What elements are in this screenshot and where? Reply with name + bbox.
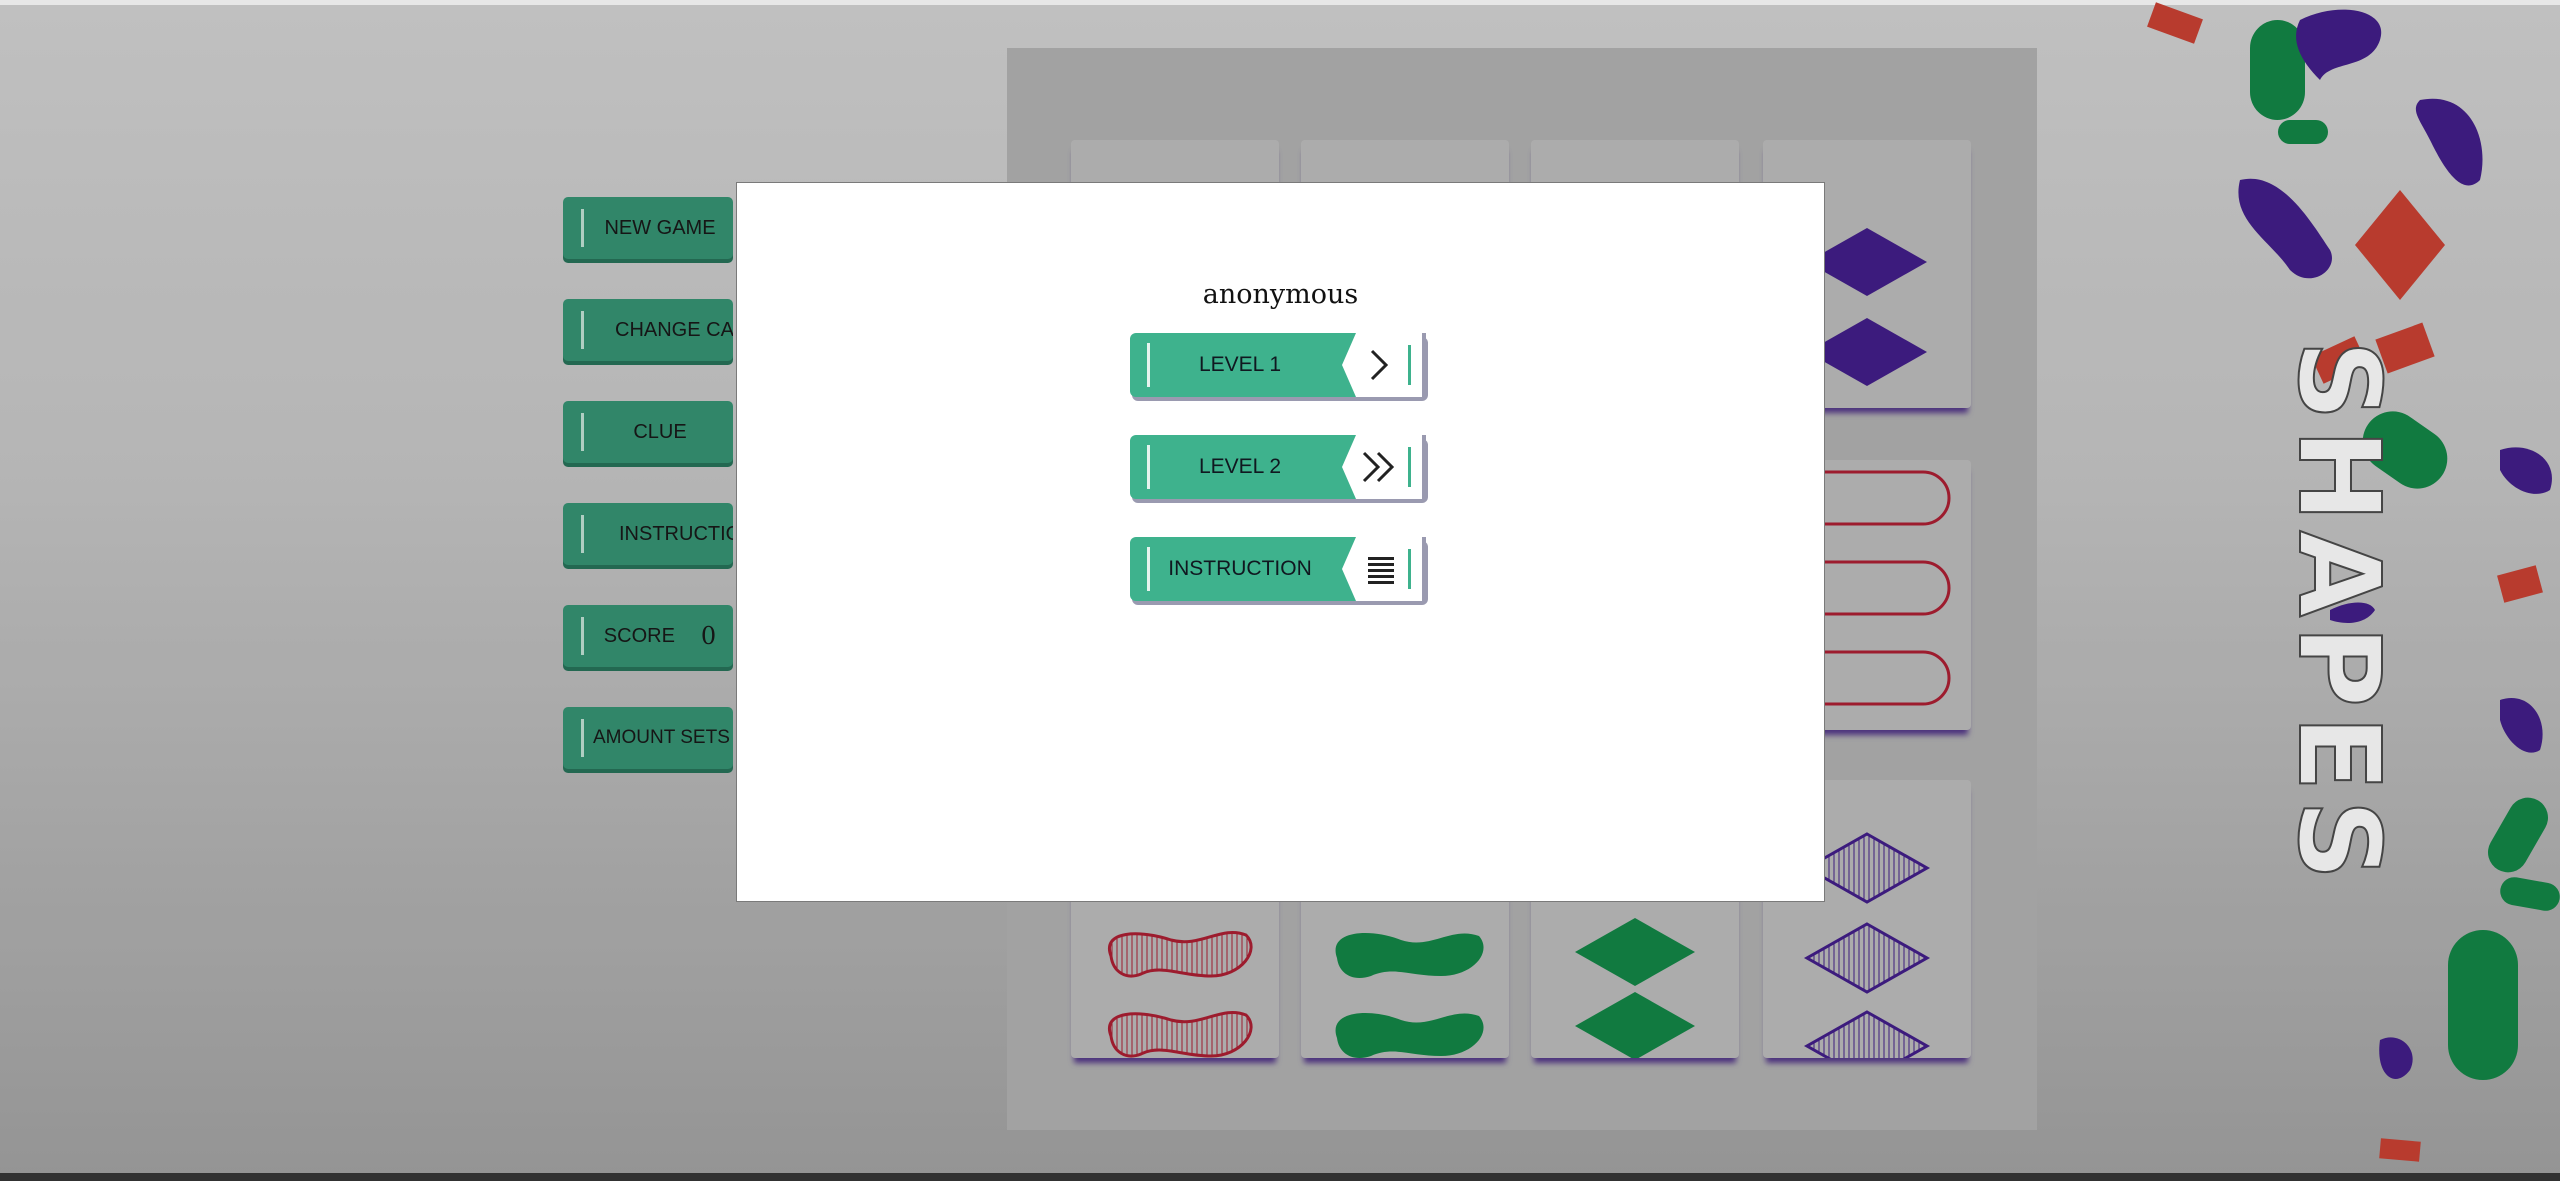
single-chevron-right-icon bbox=[1342, 333, 1426, 397]
level-1-label: LEVEL 1 bbox=[1198, 353, 1282, 376]
level-1-button[interactable]: LEVEL 1 bbox=[1130, 333, 1426, 397]
level-2-button[interactable]: LEVEL 2 bbox=[1130, 435, 1426, 499]
level-2-label: LEVEL 2 bbox=[1198, 455, 1282, 478]
double-chevron-right-icon bbox=[1342, 435, 1426, 499]
list-lines-icon bbox=[1342, 537, 1426, 601]
level-select-dialog: anonymous LEVEL 1 LEVEL 2 INSTRUCTION bbox=[736, 182, 1825, 902]
username-label: anonymous bbox=[1202, 279, 1359, 310]
instruction-button[interactable]: INSTRUCTION bbox=[1130, 537, 1426, 601]
instruction-label: INSTRUCTION bbox=[1168, 557, 1312, 580]
